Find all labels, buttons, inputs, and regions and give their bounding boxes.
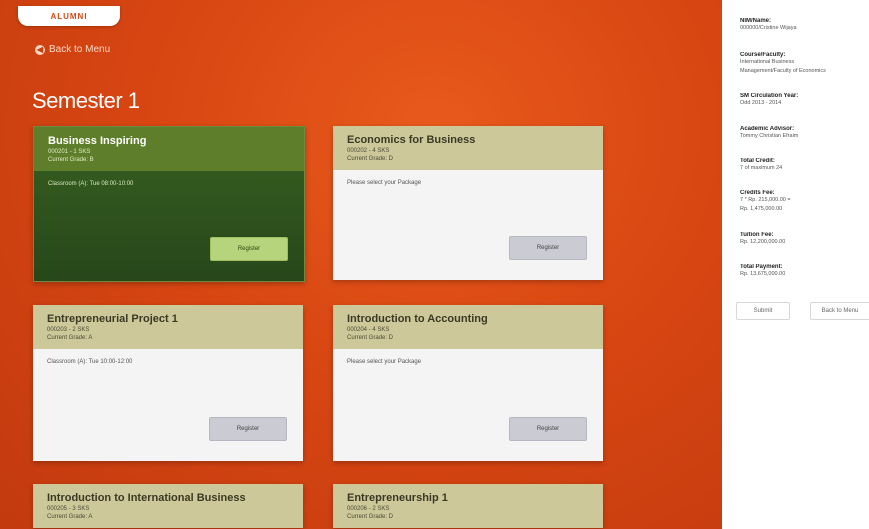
back-to-menu-button[interactable]: Back to Menu [810, 302, 869, 320]
course-card-header: Introduction to International Business 0… [33, 484, 303, 528]
tuition-row: Tuition Fee: Rp. 12,200,000.00 [740, 232, 868, 247]
course-card[interactable]: Entrepreneurial Project 1 000203 - 2 SKS… [33, 305, 303, 461]
course-name: Economics for Business [347, 134, 476, 146]
course-card[interactable]: Business Inspiring 000201 - 1 SKS Curren… [33, 126, 305, 282]
course-grade: Current Grade: D [347, 335, 394, 341]
course-code: 000202 - 4 SKS [347, 148, 390, 154]
package-hint: Please select your Package [347, 359, 422, 365]
course-card-header: Business Inspiring 000201 - 1 SKS Curren… [34, 127, 304, 171]
year-row: SM Circulation Year: Odd 2013 - 2014 [740, 93, 868, 108]
course-faculty-value-2: Management/Faculty of Economics [740, 68, 826, 74]
course-card[interactable]: Economics for Business 000202 - 4 SKS Cu… [333, 126, 603, 280]
course-name: Introduction to International Business [47, 492, 246, 504]
credits-fee-value-1: 7 * Rp. 215,000.00 = [740, 197, 791, 203]
credits-fee-row: Credits Fee: 7 * Rp. 215,000.00 = Rp. 1,… [740, 190, 868, 214]
total-payment-row: Total Payment: Rp. 13,675,000.00 [740, 264, 868, 279]
course-grade: Current Grade: B [48, 157, 94, 163]
course-faculty-value-1: International Business [740, 59, 795, 65]
main-panel: ALUMNI ◀ Back to Menu Semester 1 Busines… [0, 0, 722, 529]
course-card-body: Classroom (A): Tue 10:00-12:00 Register [33, 349, 303, 461]
student-info-panel: NIM/Name: 000000/Cristine Wijaya Course/… [722, 0, 869, 529]
submit-button[interactable]: Submit [736, 302, 790, 320]
nim-value: 000000/Cristine Wijaya [740, 25, 797, 31]
course-code: 000206 - 2 SKS [347, 506, 390, 512]
course-card-body: Please select your Package Register [333, 170, 603, 280]
course-card[interactable]: Introduction to Accounting 000204 - 4 SK… [333, 305, 603, 461]
course-grade: Current Grade: D [347, 156, 394, 162]
course-code: 000203 - 2 SKS [47, 327, 90, 333]
course-code: 000204 - 4 SKS [347, 327, 390, 333]
course-schedule: Classroom (A): Tue 08:00-10:00 [48, 181, 134, 187]
course-name: Entrepreneurial Project 1 [47, 313, 178, 325]
total-payment-value: Rp. 13,675,000.00 [740, 271, 786, 277]
course-card[interactable]: Introduction to International Business 0… [33, 484, 303, 528]
back-to-menu-label: Back to Menu [49, 44, 111, 55]
register-button[interactable]: Register [509, 417, 587, 441]
course-card-body: Please select your Package Register [333, 349, 603, 461]
credit-value: 7 of maximum 24 [740, 165, 783, 171]
credit-row: Total Credit: 7 of maximum 24 [740, 158, 868, 173]
nim-row: NIM/Name: 000000/Cristine Wijaya [740, 18, 868, 33]
course-schedule: Classroom (A): Tue 10:00-12:00 [47, 359, 133, 365]
course-name: Business Inspiring [48, 135, 147, 147]
year-value: Odd 2013 - 2014 [740, 100, 782, 106]
package-hint: Please select your Package [347, 180, 422, 186]
register-button[interactable]: Register [210, 237, 288, 261]
back-to-menu-link[interactable]: ◀ Back to Menu [35, 44, 110, 55]
advisor-value: Tommy Christian Efraim [740, 133, 799, 139]
course-card-header: Economics for Business 000202 - 4 SKS Cu… [333, 126, 603, 170]
course-name: Introduction to Accounting [347, 313, 488, 325]
course-name: Entrepreneurship 1 [347, 492, 448, 504]
course-grade: Current Grade: A [47, 514, 93, 520]
back-arrow-icon: ◀ [35, 44, 45, 55]
course-card-header: Entrepreneurship 1 000206 - 2 SKS Curren… [333, 484, 603, 528]
course-code: 000201 - 1 SKS [48, 149, 91, 155]
course-card[interactable]: Entrepreneurship 1 000206 - 2 SKS Curren… [333, 484, 603, 528]
course-card-header: Entrepreneurial Project 1 000203 - 2 SKS… [33, 305, 303, 349]
register-button[interactable]: Register [509, 236, 587, 260]
advisor-row: Academic Advisor: Tommy Christian Efraim [740, 126, 868, 141]
course-card-body: Classroom (A): Tue 08:00-10:00 Register [34, 171, 304, 281]
page-title: Semester 1 [32, 88, 140, 113]
register-button[interactable]: Register [209, 417, 287, 441]
course-faculty-row: Course/Faculty: International Business M… [740, 52, 868, 76]
course-grade: Current Grade: D [347, 514, 394, 520]
course-code: 000205 - 3 SKS [47, 506, 90, 512]
tuition-value: Rp. 12,200,000.00 [740, 239, 786, 245]
course-card-header: Introduction to Accounting 000204 - 4 SK… [333, 305, 603, 349]
course-grade: Current Grade: A [47, 335, 93, 341]
credits-fee-value-2: Rp. 1,475,000.00 [740, 206, 783, 212]
logo[interactable]: ALUMNI [18, 6, 120, 26]
